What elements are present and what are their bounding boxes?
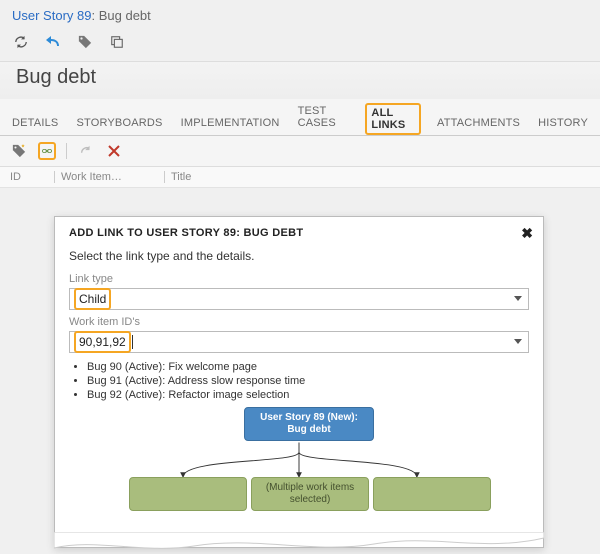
diagram-parent-node: User Story 89 (New): Bug debt <box>244 407 374 441</box>
relationship-diagram: User Story 89 (New): Bug debt (Multiple … <box>69 407 529 547</box>
tab-history[interactable]: HISTORY <box>536 111 590 135</box>
work-item-ids-input[interactable]: 90,91,92 <box>69 331 529 353</box>
dialog-heading: ADD LINK TO USER STORY 89: BUG DEBT <box>69 227 529 239</box>
diagram-child-node: (Multiple work items selected) <box>251 477 369 511</box>
list-item: Bug 92 (Active): Refactor image selectio… <box>87 389 529 401</box>
chevron-down-icon <box>514 339 522 344</box>
link-type-select[interactable]: Child <box>69 288 529 310</box>
link-preview-list: Bug 90 (Active): Fix welcome page Bug 91… <box>87 361 529 401</box>
diagram-child-node <box>129 477 247 511</box>
tab-bar: DETAILS STORYBOARDS IMPLEMENTATION TEST … <box>0 99 600 136</box>
tag-icon[interactable] <box>76 33 94 51</box>
tab-testcases[interactable]: TEST CASES <box>296 99 352 135</box>
delete-link-icon[interactable] <box>105 142 123 160</box>
add-link-dialog: ✖ ADD LINK TO USER STORY 89: BUG DEBT Se… <box>54 216 544 548</box>
page-title: Bug debt <box>0 61 600 99</box>
copy-icon[interactable] <box>108 33 126 51</box>
col-title[interactable]: Title <box>164 171 590 183</box>
undo-icon[interactable] <box>44 33 62 51</box>
work-item-ids-label: Work item ID's <box>69 316 529 328</box>
link-type-value: Child <box>74 288 111 310</box>
svg-text:*: * <box>22 144 25 151</box>
open-link-icon[interactable] <box>77 142 95 160</box>
work-item-ref[interactable]: User Story 89 <box>12 8 91 23</box>
col-work-item[interactable]: Work Item… <box>54 171 164 183</box>
torn-edge <box>54 532 544 554</box>
dialog-instruction: Select the link type and the details. <box>69 249 529 263</box>
tab-implementation[interactable]: IMPLEMENTATION <box>179 111 282 135</box>
list-item: Bug 91 (Active): Address slow response t… <box>87 375 529 387</box>
link-type-label: Link type <box>69 273 529 285</box>
breadcrumb: User Story 89: Bug debt <box>12 8 588 23</box>
refresh-icon[interactable] <box>12 33 30 51</box>
diagram-child-node <box>373 477 491 511</box>
work-item-ids-value: 90,91,92 <box>74 331 131 353</box>
tab-attachments[interactable]: ATTACHMENTS <box>435 111 522 135</box>
chevron-down-icon <box>514 296 522 301</box>
tab-storyboards[interactable]: STORYBOARDS <box>74 111 164 135</box>
new-link-icon[interactable]: * <box>10 142 28 160</box>
links-grid-header: ID Work Item… Title <box>0 167 600 188</box>
top-toolbar <box>0 27 600 61</box>
link-to-existing-icon[interactable] <box>38 142 56 160</box>
links-toolbar: * <box>0 136 600 167</box>
work-item-title: Bug debt <box>99 8 151 23</box>
tab-all-links[interactable]: ALL LINKS <box>365 103 421 135</box>
close-icon[interactable]: ✖ <box>521 225 533 242</box>
list-item: Bug 90 (Active): Fix welcome page <box>87 361 529 373</box>
col-id[interactable]: ID <box>10 171 54 183</box>
tab-details[interactable]: DETAILS <box>10 111 60 135</box>
